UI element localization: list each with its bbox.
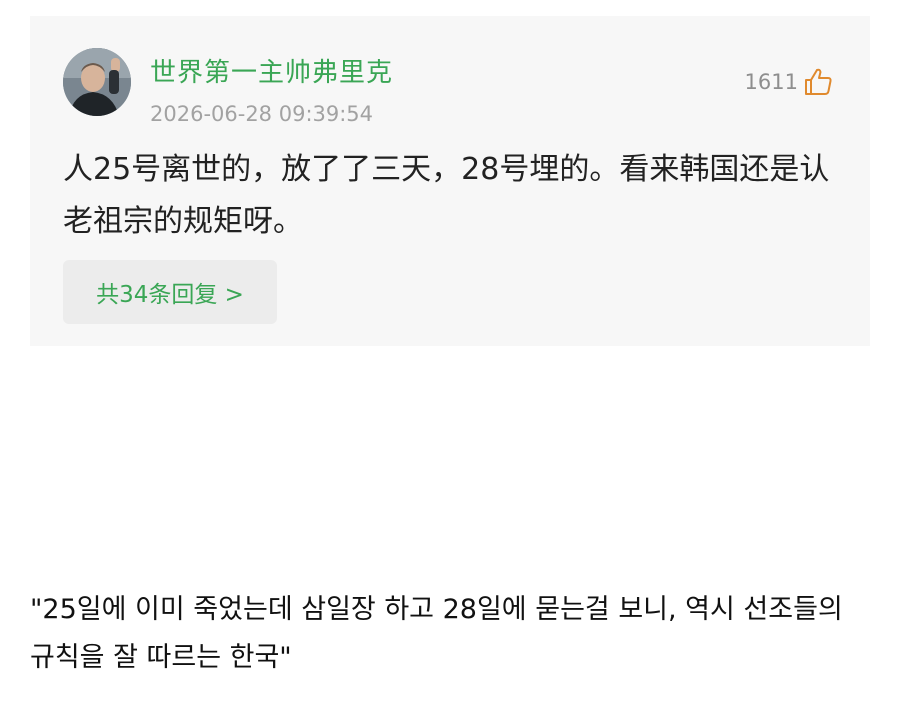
- comment-body: 人25号离世的，放了了三天，28号埋的。看来韩国还是认老祖宗的规矩呀。: [63, 152, 830, 239]
- avatar-photo-icon: [63, 48, 131, 116]
- username[interactable]: 世界第一主帅弗里克: [150, 52, 393, 89]
- thumbs-up-icon[interactable]: [802, 66, 834, 98]
- view-replies-button[interactable]: 共34条回复 >: [63, 260, 277, 324]
- user-avatar[interactable]: [63, 48, 131, 116]
- like-button[interactable]: 1611: [745, 66, 834, 98]
- comment-card: 世界第一主帅弗里克 2026-06-28 09:39:54 1611 人25号离…: [30, 16, 870, 346]
- translation-caption: "25일에 이미 죽었는데 삼일장 하고 28일에 묻는걸 보니, 역시 선조들…: [30, 594, 843, 673]
- like-count: 1611: [744, 70, 798, 94]
- comment-timestamp: 2026-06-28 09:39:54: [150, 102, 374, 126]
- page: 世界第一主帅弗里克 2026-06-28 09:39:54 1611 人25号离…: [0, 0, 900, 714]
